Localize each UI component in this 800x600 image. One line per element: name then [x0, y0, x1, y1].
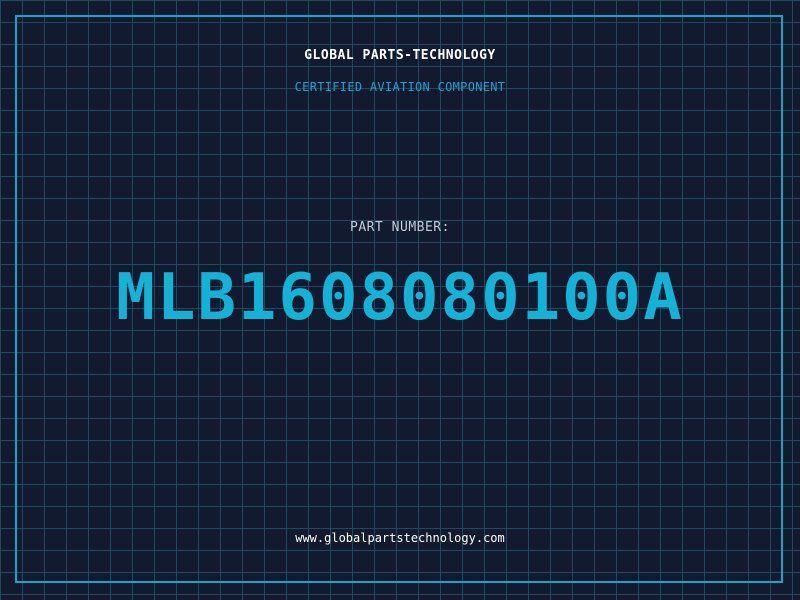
- website-link[interactable]: www.globalpartstechnology.com: [0, 531, 800, 545]
- part-number-value: MLB1608080100A: [116, 261, 684, 335]
- brand-title: GLOBAL PARTS-TECHNOLOGY: [304, 48, 496, 63]
- certification-subtitle: CERTIFIED AVIATION COMPONENT: [294, 80, 506, 94]
- part-number-label: PART NUMBER:: [350, 220, 450, 235]
